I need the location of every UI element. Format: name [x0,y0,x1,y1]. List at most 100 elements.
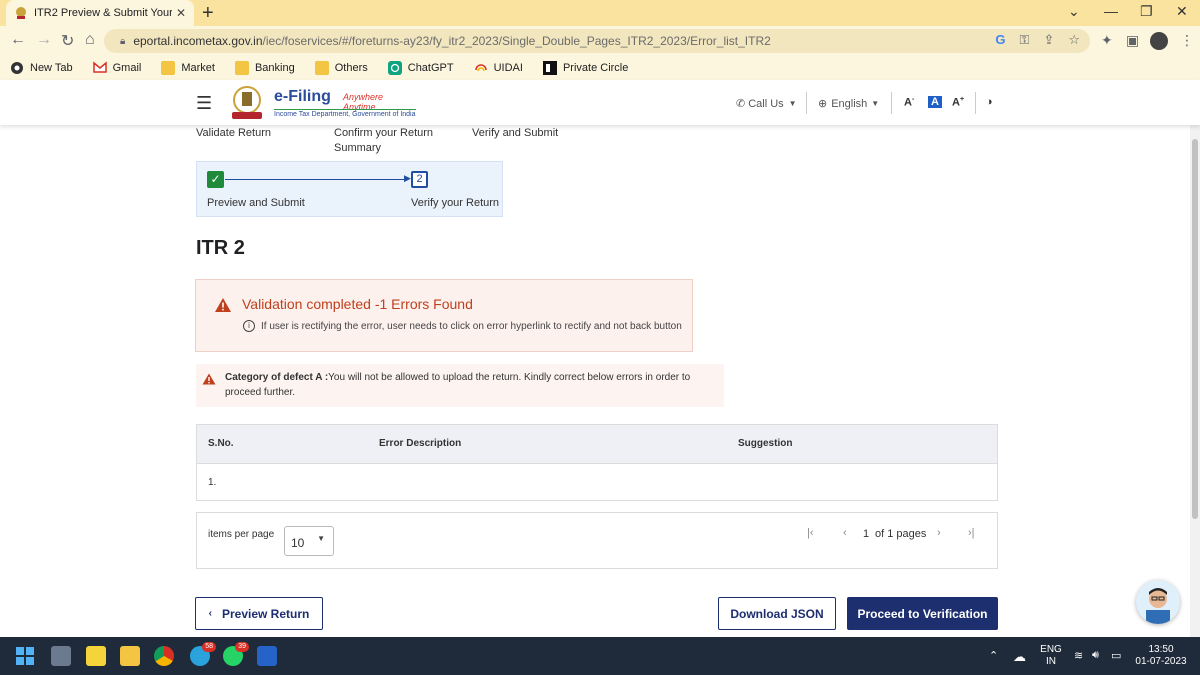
globe-icon: ⊕ [818,98,828,110]
chrome-icon [10,61,24,75]
phone-icon: ✆ [736,98,746,110]
close-window-icon[interactable]: ✕ [1176,3,1188,20]
region-code: IN [1046,656,1056,667]
chevron-down-icon: ▼ [788,99,797,108]
font-normal-button[interactable]: A [928,96,942,108]
address-bar[interactable]: 🔒︎ eportal.incometax.gov.in/iec/foservic… [104,29,1090,53]
call-us-dropdown[interactable]: ✆ Call Us ▼ [736,97,797,111]
menu-kebab-icon[interactable]: ⋮ [1180,32,1194,49]
bookmark-chatgpt[interactable]: ChatGPT [387,61,454,75]
back-icon[interactable]: ← [10,31,26,49]
language-code: ENG [1040,644,1062,655]
forward-icon[interactable]: → [36,31,52,49]
reload-icon[interactable]: ↻ [61,31,74,51]
private-circle-icon [542,61,557,75]
new-tab-icon[interactable]: + [202,2,214,24]
google-icon[interactable]: G [995,32,1005,48]
last-page-icon[interactable]: ›| [968,527,975,539]
bookmark-uidai[interactable]: UIDAI [474,61,523,75]
bookmark-private-circle[interactable]: Private Circle [542,61,629,75]
tab-search-icon[interactable]: ⌄ [1068,3,1080,20]
bookmark-star-icon[interactable]: ☆ [1068,32,1080,48]
whatsapp-icon[interactable]: 39 [223,642,249,666]
page-scrollbar[interactable] [1190,125,1200,637]
share-icon[interactable]: ⇪ [1043,32,1054,48]
chrome-taskbar-icon[interactable] [154,646,174,666]
bookmark-market[interactable]: Market [161,61,215,75]
contrast-icon[interactable]: ◑ [986,96,993,108]
efiling-logo[interactable]: e-Filing Anywhere Anytime Income Tax Dep… [226,84,416,122]
calculator-icon[interactable] [51,646,71,666]
error-title: Validation completed -1 Errors Found [242,296,473,312]
side-panel-icon[interactable]: ▣ [1126,32,1139,49]
step-verify-submit: Verify and Submit [472,127,559,139]
warning-icon [214,297,232,313]
bookmark-label: New Tab [30,62,73,74]
scrollbar-thumb[interactable] [1192,139,1198,519]
chevron-down-icon: ▼ [871,99,880,108]
font-decrease-button[interactable]: A- [904,96,914,109]
step-number-badge: 2 [411,171,428,188]
show-hidden-icons-chevron-up-icon[interactable]: ⌃ [989,649,998,662]
bookmark-label: UIDAI [493,62,523,74]
minimize-icon[interactable]: — [1104,3,1118,19]
chatbot-avatar-button[interactable] [1136,580,1180,624]
volume-icon[interactable]: 🔊︎ [1092,649,1099,662]
system-clock[interactable]: 13:50 01-07-2023 [1132,644,1190,668]
folder-icon [314,61,329,75]
error-info-text: If user is rectifying the error, user ne… [261,321,682,332]
chatgpt-icon [387,61,402,75]
bookmark-label: Private Circle [562,62,629,74]
windows-taskbar: 58 39 ⌃ ☁ ENG IN ≋ 🔊︎ ▭ 13:50 01-07-2023 [0,637,1200,675]
emblem-icon [226,84,268,122]
hamburger-menu-icon[interactable]: ☰ [196,93,212,114]
items-per-page-select[interactable]: 10 ▼ [284,526,334,556]
profile-avatar[interactable] [1150,32,1168,50]
close-tab-icon[interactable]: ✕ [176,6,186,20]
language-indicator[interactable]: ENG IN [1038,644,1064,668]
notification-badge: 39 [235,642,249,652]
browser-toolbar: ← → ↻ ⌂ 🔒︎ eportal.incometax.gov.in/iec/… [0,26,1200,56]
step-confirm-summary: Confirm your Return Summary [334,127,434,154]
key-icon[interactable]: ⚿ [1020,32,1030,48]
bookmark-gmail[interactable]: Gmail [92,61,141,75]
header-divider [806,92,807,114]
file-explorer-icon[interactable] [120,646,140,666]
paint-app-icon[interactable] [257,646,277,666]
proceed-to-verification-button[interactable]: Proceed to Verification [847,597,998,630]
bookmark-new-tab[interactable]: New Tab [10,61,73,75]
warning-icon [202,372,216,385]
stepper-line [225,179,407,180]
bookmark-banking[interactable]: Banking [234,61,295,75]
next-page-icon[interactable]: › [937,527,941,539]
wifi-icon[interactable]: ≋ [1074,649,1083,662]
step-validate-return: Validate Return [196,127,272,139]
telegram-icon[interactable]: 58 [190,642,216,666]
download-json-button[interactable]: Download JSON [718,597,836,630]
cell-sno: 1. [208,477,217,488]
error-table: S.No. Error Description Suggestion 1. [196,424,998,501]
defect-label: Category of defect A : [225,372,329,383]
chevron-left-icon: ‹ [208,608,212,619]
bookmark-label: ChatGPT [407,62,454,74]
battery-icon[interactable]: ▭ [1111,649,1121,662]
column-header-error-description: Error Description [379,438,462,449]
check-icon: ✓ [207,171,224,188]
page-title: ITR 2 [196,237,245,259]
sticky-notes-icon[interactable] [86,646,106,666]
folder-icon [234,61,249,75]
home-icon[interactable]: ⌂ [85,31,95,49]
defect-category-notice: Category of defect A :You will not be al… [196,364,724,407]
browser-tab[interactable]: ITR2 Preview & Submit Your Retu ✕ [6,0,194,26]
maximize-icon[interactable]: ❐ [1140,3,1153,20]
extensions-icon[interactable]: ✦ [1101,32,1113,49]
windows-start-icon[interactable] [15,646,35,666]
caret-down-icon: ▼ [317,534,325,543]
preview-return-button[interactable]: ‹ Preview Return [195,597,323,630]
font-increase-button[interactable]: A+ [952,96,964,109]
previous-page-icon[interactable]: ‹ [843,527,847,539]
language-dropdown[interactable]: ⊕ English ▼ [818,97,880,111]
bookmark-others[interactable]: Others [314,61,368,75]
onedrive-cloud-icon[interactable]: ☁ [1013,649,1026,665]
first-page-icon[interactable]: |‹ [807,527,814,539]
